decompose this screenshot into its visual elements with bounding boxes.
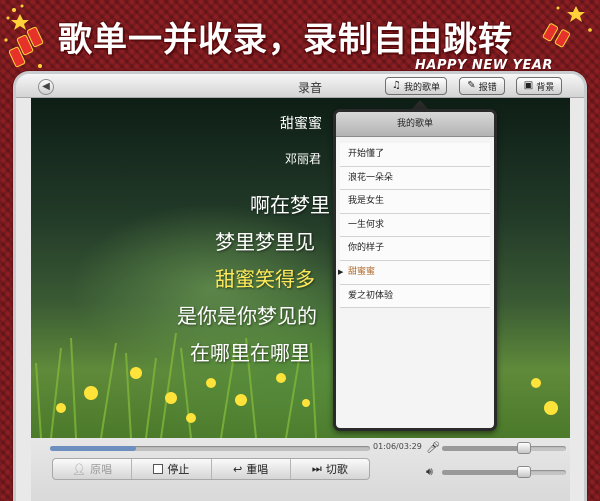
banner: 歌单一并收录，录制自由跳转 HAPPY NEW YEAR <box>0 0 600 75</box>
playlist-item-label: 浪花一朵朵 <box>348 172 394 183</box>
my-songs-label: 我的歌单 <box>403 82 440 93</box>
lyric-line: 是你是你梦见的 <box>177 304 317 328</box>
original-vocal-button[interactable]: 👤︎ 原唱 <box>53 459 133 479</box>
image-icon: ▣ <box>523 80 534 91</box>
progress-fill <box>50 446 137 451</box>
edit-icon: ✎ <box>467 80 476 91</box>
background-button[interactable]: ▣ 背景 <box>516 77 562 95</box>
lyric-line-active: 甜蜜笑得多 <box>215 267 315 291</box>
playlist-item[interactable]: 我是女生 <box>340 190 490 214</box>
playlist-item-label: 爱之初体验 <box>348 290 394 301</box>
stop-button[interactable]: 停止 <box>132 459 212 479</box>
lyric-line: 在哪里在哪里 <box>190 341 310 365</box>
singer-name: 邓丽君 <box>285 152 322 166</box>
control-button-bar: 👤︎ 原唱 停止 ↩ 重唱 ⏭︎ 切歌 <box>52 458 370 480</box>
report-error-label: 报错 <box>478 82 497 93</box>
return-arrow-icon: ↩ <box>233 462 243 476</box>
music-note-icon: ♫ <box>392 80 401 91</box>
playlist-title: 我的歌单 <box>336 112 494 137</box>
mic-slider-knob[interactable] <box>516 442 531 454</box>
original-vocal-label: 原唱 <box>90 463 113 476</box>
firecracker-icon <box>542 6 592 48</box>
playlist-item-label: 你的样子 <box>348 243 385 254</box>
arrow-left-icon: ◀ <box>42 81 50 92</box>
playlist-popover: 我的歌单 开始懂了浪花一朵朵我是女生一生何求你的样子 ▶ 甜蜜蜜爱之初体验 <box>333 109 497 431</box>
playlist-item-label: 甜蜜蜜 <box>348 266 376 277</box>
switch-song-label: 切歌 <box>325 463 348 476</box>
back-button[interactable]: ◀ <box>38 79 54 95</box>
replay-button[interactable]: ↩ 重唱 <box>212 459 291 479</box>
lyric-line: 啊在梦里 <box>250 193 330 217</box>
lyric-line: 梦里梦里见 <box>215 230 315 254</box>
stop-checkbox[interactable] <box>153 464 164 474</box>
song-name: 甜蜜蜜 <box>280 116 322 132</box>
playlist-item[interactable]: 开始懂了 <box>340 143 490 167</box>
stop-label: 停止 <box>167 463 190 476</box>
play-marker-icon: ▶ <box>338 267 344 276</box>
volume-slider[interactable] <box>442 466 566 478</box>
my-songs-button[interactable]: ♫ 我的歌单 <box>385 77 447 95</box>
skip-next-icon: ⏭︎ <box>311 462 322 475</box>
window-title: 录音 <box>297 81 322 95</box>
firecracker-icon <box>4 4 44 68</box>
mic-slider[interactable] <box>442 442 566 454</box>
playlist-list: 开始懂了浪花一朵朵我是女生一生何求你的样子 ▶ 甜蜜蜜爱之初体验 <box>336 137 494 309</box>
playlist-item-label: 一生何求 <box>348 219 385 230</box>
playlist-item[interactable]: 你的样子 <box>340 237 490 261</box>
volume-slider-knob[interactable] <box>516 466 531 478</box>
playlist-item[interactable]: 爱之初体验 <box>340 284 490 309</box>
report-error-button[interactable]: ✎ 报错 <box>459 77 505 95</box>
time-readout: 01:06/03:29 <box>373 442 422 451</box>
playlist-item-selected[interactable]: ▶ 甜蜜蜜 <box>338 260 490 285</box>
microphone-icon: 🎤︎ <box>426 441 440 454</box>
playlist-item-label: 开始懂了 <box>348 149 385 159</box>
playlist-item[interactable]: 一生何求 <box>340 213 490 238</box>
mic-slider-fill <box>442 446 524 451</box>
replay-label: 重唱 <box>246 463 269 476</box>
banner-title: 歌单一并收录，录制自由跳转 <box>58 20 513 60</box>
progress-bar[interactable] <box>50 446 370 451</box>
background-label: 背景 <box>536 82 555 93</box>
playlist-item[interactable]: 浪花一朵朵 <box>340 166 490 191</box>
person-icon: 👤︎ <box>72 462 87 476</box>
switch-song-button[interactable]: ⏭︎ 切歌 <box>291 459 369 479</box>
speaker-icon: 🔊︎ <box>426 465 433 478</box>
volume-slider-fill <box>442 470 524 475</box>
playlist-item-label: 我是女生 <box>348 196 385 207</box>
